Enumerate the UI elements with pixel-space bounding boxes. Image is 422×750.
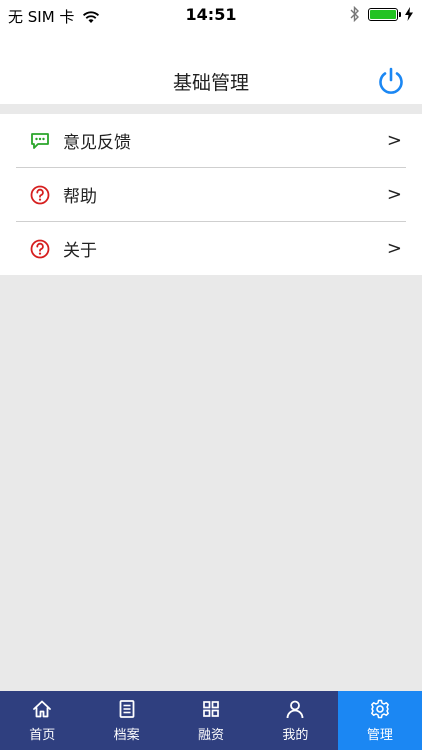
charging-icon [405,7,413,21]
chevron-right-icon: > [386,238,402,259]
page-title: 基础管理 [172,72,249,94]
nav-bar: 基础管理 [0,30,422,104]
document-icon [119,700,135,718]
settings-menu: 意见反馈 > 帮助 > 关于 > [0,114,422,275]
menu-item-about[interactable]: 关于 > [0,222,422,275]
menu-item-label: 意见反馈 [63,133,131,153]
tab-label: 融资 [198,728,225,743]
feedback-icon [31,132,49,149]
chevron-right-icon: > [386,130,402,151]
grid-icon [203,701,219,717]
tab-label: 档案 [113,728,140,743]
tab-label: 我的 [282,728,309,743]
tab-home[interactable]: 首页 [0,691,84,750]
menu-item-help[interactable]: 帮助 > [0,168,422,221]
person-icon [287,700,304,719]
menu-item-feedback[interactable]: 意见反馈 > [0,114,422,167]
gear-icon [370,699,389,719]
tab-manage[interactable]: 管理 [337,691,422,750]
battery-icon [368,7,401,21]
tab-label: 首页 [29,728,56,743]
tab-mine[interactable]: 我的 [253,691,337,750]
status-right [350,6,414,22]
tab-bar: 首页 档案 融资 我的 管理 [0,691,422,750]
menu-item-label: 帮助 [63,187,97,207]
home-icon [33,700,52,718]
tab-archive[interactable]: 档案 [84,691,168,750]
tab-label: 管理 [366,728,393,743]
chevron-right-icon: > [386,184,402,205]
power-icon[interactable] [376,66,406,96]
menu-item-label: 关于 [63,241,97,261]
bluetooth-icon [350,6,359,22]
about-icon [30,239,50,258]
status-bar: 无 SIM 卡 14:51 [0,0,422,30]
help-icon [30,185,50,204]
tab-finance[interactable]: 融资 [169,691,253,750]
